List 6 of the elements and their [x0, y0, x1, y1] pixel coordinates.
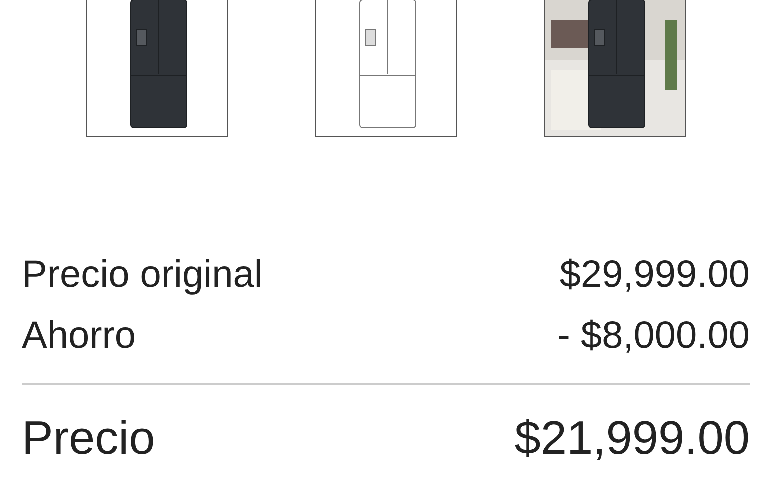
price-label: Precio	[22, 411, 156, 465]
price-value: - $8,000.00	[558, 314, 750, 358]
price-label: Ahorro	[22, 314, 136, 358]
price-value: $29,999.00	[560, 253, 750, 297]
price-label: Precio original	[22, 253, 263, 297]
price-value: $21,999.00	[514, 411, 750, 465]
